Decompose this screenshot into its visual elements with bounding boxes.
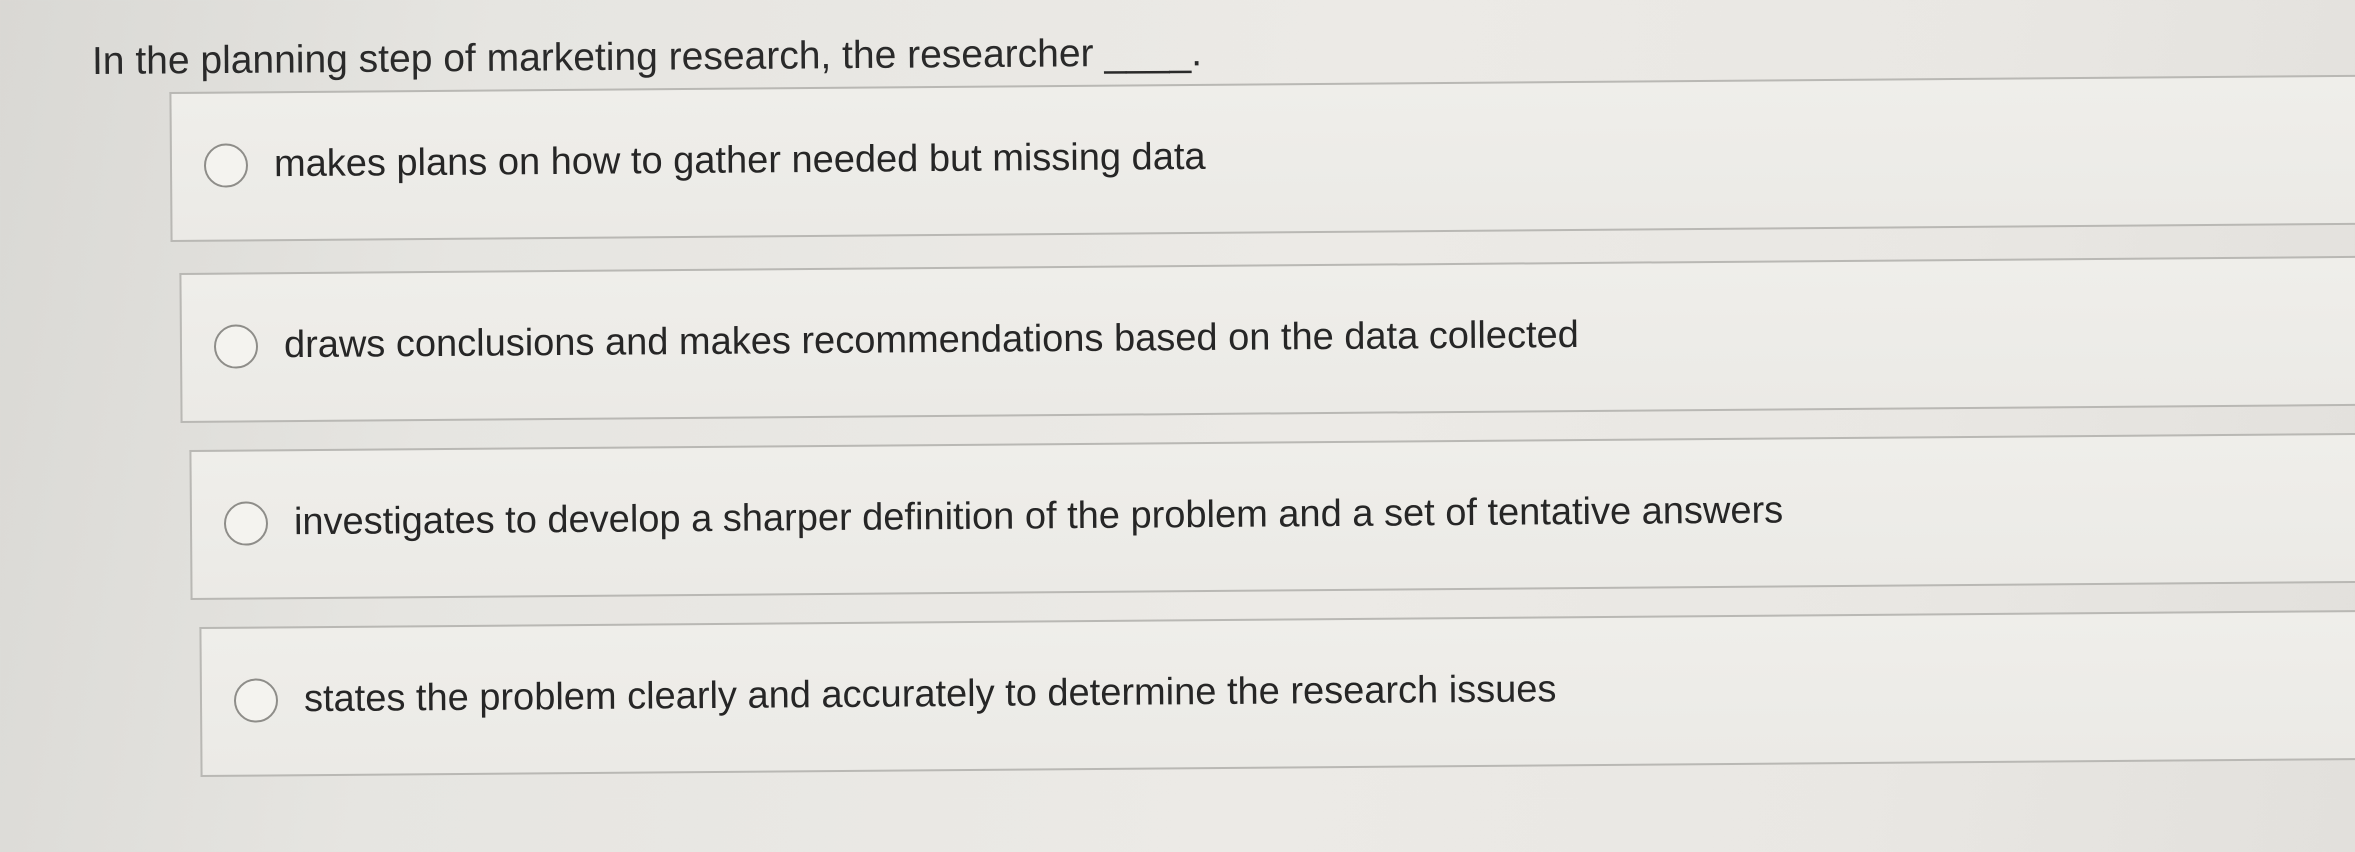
radio-button[interactable] (233, 678, 279, 723)
answer-option-4[interactable]: states the problem clearly and accuratel… (199, 609, 2355, 777)
answer-option-label: makes plans on how to gather needed but … (273, 135, 1206, 186)
answer-option-2[interactable]: draws conclusions and makes recommendati… (179, 255, 2355, 423)
answer-option-1[interactable]: makes plans on how to gather needed but … (169, 74, 2355, 242)
answer-option-3[interactable]: investigates to develop a sharper defini… (189, 432, 2355, 600)
radio-button[interactable] (213, 324, 259, 369)
answer-option-label: investigates to develop a sharper defini… (293, 489, 1784, 544)
answer-option-label: draws conclusions and makes recommendati… (283, 314, 1579, 367)
answer-option-label: states the problem clearly and accuratel… (303, 668, 1557, 721)
radio-button[interactable] (223, 501, 269, 546)
question-text: In the planning step of marketing resear… (91, 31, 1203, 83)
radio-button[interactable] (203, 143, 249, 188)
